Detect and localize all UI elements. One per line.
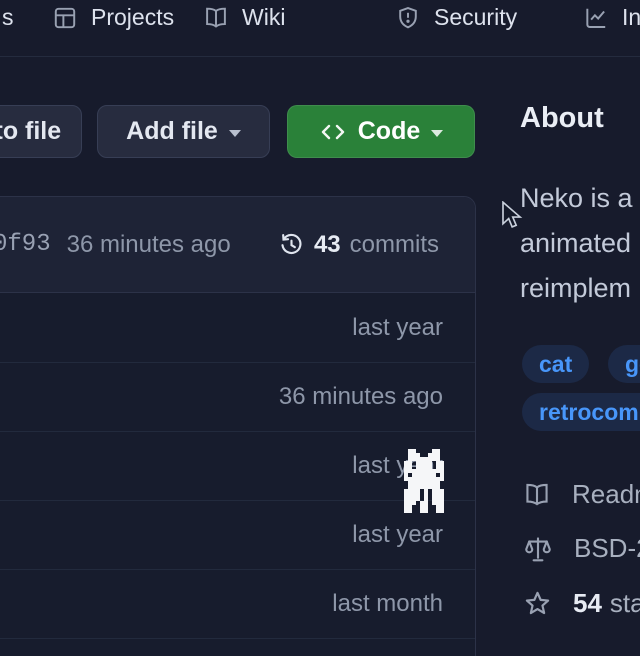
shield-icon: [395, 5, 421, 31]
readme-link[interactable]: Readme: [523, 479, 640, 510]
chevron-down-icon: [431, 130, 443, 137]
about-description-line: Neko is a: [520, 176, 633, 221]
tab-security[interactable]: Security: [395, 4, 517, 31]
tab-wiki[interactable]: Wiki: [203, 4, 285, 31]
code-button[interactable]: Code: [287, 105, 475, 158]
star-icon: [523, 589, 552, 618]
row-updated: last month: [332, 590, 443, 618]
tab-projects[interactable]: Projects: [52, 4, 174, 31]
go-to-file-label: Go to file: [0, 117, 61, 146]
about-title: About: [520, 102, 604, 135]
latest-commit-bar[interactable]: 0f93 36 minutes ago 43 commits: [0, 197, 475, 293]
tab-security-label: Security: [434, 4, 517, 31]
stars-count: 54: [573, 588, 602, 618]
projects-icon: [52, 5, 78, 31]
book-icon: [523, 481, 551, 509]
go-to-file-button[interactable]: Go to file: [0, 105, 82, 158]
tab-partial[interactable]: s: [2, 4, 14, 31]
mouse-cursor: [501, 201, 523, 231]
row-updated: last year: [352, 521, 443, 549]
topic-label: retrocomp: [539, 399, 640, 426]
tab-insights[interactable]: Insights: [583, 4, 640, 31]
row-updated: last year: [352, 314, 443, 342]
license-label: BSD-2: [574, 533, 640, 564]
code-icon: [319, 120, 347, 144]
readme-label: Readme: [572, 479, 640, 510]
topic-label: go: [625, 351, 640, 378]
about-description: Neko is a animated reimplem: [520, 176, 633, 311]
commits-count: 43: [314, 231, 341, 259]
code-label: Code: [358, 117, 421, 146]
about-description-line: animated: [520, 221, 633, 266]
neko-cat-sprite: [404, 449, 444, 513]
nav-divider: [0, 56, 640, 57]
history-icon: [278, 231, 305, 258]
topic-tag-go[interactable]: go: [608, 345, 640, 383]
topic-tag-cat[interactable]: cat: [522, 345, 589, 383]
law-icon: [523, 534, 553, 564]
tab-projects-label: Projects: [91, 4, 174, 31]
commits-label: commits: [350, 231, 439, 259]
file-table: 0f93 36 minutes ago 43 commits last year…: [0, 196, 476, 656]
table-row[interactable]: [0, 638, 475, 656]
row-updated: 36 minutes ago: [279, 383, 443, 411]
graph-icon: [583, 5, 609, 31]
tab-partial-label: s: [2, 4, 14, 31]
commit-history-link[interactable]: 43 commits: [278, 231, 439, 259]
tab-wiki-label: Wiki: [242, 4, 285, 31]
chevron-down-icon: [229, 130, 241, 137]
table-row[interactable]: last month: [0, 569, 475, 638]
topic-tag-retrocomputing[interactable]: retrocomp: [522, 393, 640, 431]
table-row[interactable]: last year: [0, 293, 475, 362]
stars-label: stars: [610, 588, 640, 618]
tab-insights-label: Insights: [622, 4, 640, 31]
commit-time: 36 minutes ago: [67, 231, 231, 259]
add-file-label: Add file: [126, 117, 218, 146]
stars-link[interactable]: 54 stars: [523, 588, 640, 619]
table-row[interactable]: 36 minutes ago: [0, 362, 475, 431]
license-link[interactable]: BSD-2: [523, 533, 640, 564]
add-file-button[interactable]: Add file: [97, 105, 270, 158]
book-icon: [203, 5, 229, 31]
topic-label: cat: [539, 351, 572, 378]
commit-hash[interactable]: 0f93: [0, 231, 51, 258]
about-description-line: reimplem: [520, 266, 633, 311]
